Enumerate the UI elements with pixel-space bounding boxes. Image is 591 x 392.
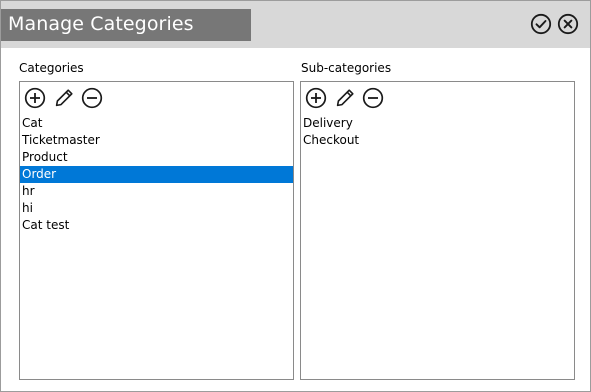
category-list-item[interactable]: Cat test <box>20 217 293 234</box>
add-subcategory-graphic <box>305 87 327 109</box>
close-button-graphic <box>557 13 579 35</box>
plus-circle-icon[interactable] <box>305 87 327 109</box>
title-bar: Manage Categories <box>1 1 590 48</box>
remove-subcategory-graphic <box>362 87 384 109</box>
edit-category-graphic <box>55 89 73 107</box>
category-list-item[interactable]: Ticketmaster <box>20 132 293 149</box>
category-list-item[interactable]: hi <box>20 200 293 217</box>
pencil-icon[interactable] <box>53 87 75 109</box>
categories-list: Cat Ticketmaster Product Order hr hi Cat test <box>20 115 293 234</box>
remove-category-graphic <box>81 87 103 109</box>
subcategories-list-panel: Delivery Checkout <box>300 81 575 380</box>
plus-circle-icon[interactable] <box>24 87 46 109</box>
x-circle-icon[interactable] <box>557 13 579 35</box>
manage-categories-dialog: Manage Categories Categories Cat Ticketm… <box>0 0 591 392</box>
minus-circle-icon[interactable] <box>81 87 103 109</box>
ok-button-graphic <box>530 13 552 35</box>
subcategories-list: Delivery Checkout <box>301 115 574 149</box>
edit-subcategory-graphic <box>336 89 354 107</box>
category-list-item[interactable]: hr <box>20 183 293 200</box>
title-box: Manage Categories <box>1 9 251 41</box>
categories-list-panel: Cat Ticketmaster Product Order hr hi Cat test <box>19 81 294 380</box>
category-list-item[interactable]: Product <box>20 149 293 166</box>
minus-circle-icon[interactable] <box>362 87 384 109</box>
add-category-graphic <box>24 87 46 109</box>
subcategories-label: Sub-categories <box>301 61 392 75</box>
subcategory-list-item[interactable]: Delivery <box>301 115 574 132</box>
categories-label: Categories <box>19 61 84 75</box>
check-circle-icon[interactable] <box>530 13 552 35</box>
subcategory-list-item[interactable]: Checkout <box>301 132 574 149</box>
category-list-item[interactable]: Cat <box>20 115 293 132</box>
pencil-icon[interactable] <box>334 87 356 109</box>
category-list-item[interactable]: Order <box>20 166 293 183</box>
dialog-title: Manage Categories <box>8 13 194 35</box>
